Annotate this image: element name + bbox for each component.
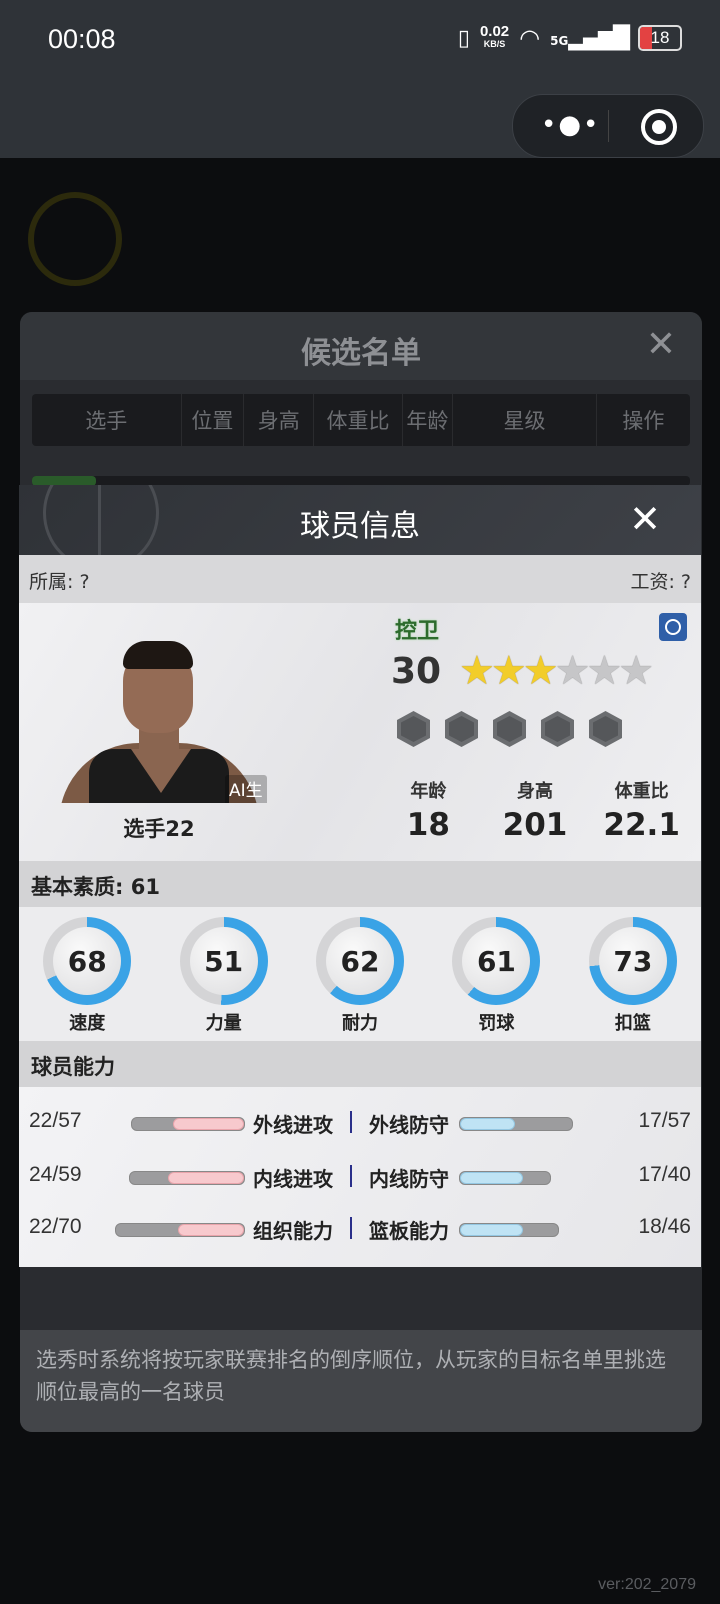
quality-strength: 51 力量 [155,907,291,1041]
player-card: AI生成 选手22 控卫 30 ★★★★★★ 年龄 18 身高 201 体重比 … [19,603,701,861]
team-logo [28,192,122,286]
candidate-list-title: 候选名单 [301,336,421,371]
star-empty-icon: ★ [554,648,591,694]
column-header: 体重比 [314,394,403,446]
quality-stamina: 62 耐力 [292,907,428,1041]
abilities-header: 球员能力 [19,1041,701,1087]
quality-free-throw: 61 罚球 [428,907,564,1041]
basic-qualities: 68 速度 51 力量 62 耐力 61 罚球 73 扣篮 [19,907,701,1041]
version-label: ver:202_2079 [598,1576,696,1593]
star-filled-icon: ★ [522,648,559,694]
ability-right-name: 内线防守 [369,1167,449,1191]
ability-left-name: 内线进攻 [253,1167,333,1191]
column-header: 位置 [182,394,245,446]
overall-rating: 30 [391,651,442,692]
status-icons: ▯ 0.02 KB/S ◠ 5G▂▄▆█ 18 [458,24,682,52]
modal-header: 球员信息 ✕ [19,485,701,555]
ability-left-value: 24/59 [29,1163,82,1186]
column-header: 星级 [453,394,597,446]
quality-dunk: 73 扣篮 [565,907,701,1041]
search-icon[interactable] [659,613,687,641]
player-abilities: 22/57 外线进攻 外线防守 17/57 24/59 内线进攻 内线防守 17… [19,1087,701,1267]
signal-icon: 5G▂▄▆█ [550,25,630,51]
column-header: 身高 [244,394,315,446]
ability-left-bar [131,1117,245,1131]
ability-left-value: 22/70 [29,1215,82,1238]
badge-hex-icon [493,711,526,747]
ability-row: 22/57 外线进攻 外线防守 17/57 [19,1103,701,1143]
badge-hex-icon [397,711,430,747]
ability-left-bar [115,1223,245,1237]
candidate-table-header: 选手 位置 身高 体重比 年龄 星级 操作 [32,394,690,446]
player-info-modal: 球员信息 ✕ 所属: ? 工资: ? AI生成 选手22 控卫 30 ★★★★★… [19,485,701,1278]
network-speed: 0.02 KB/S [479,23,510,49]
ability-left-name: 外线进攻 [253,1113,333,1137]
close-miniprogram-icon[interactable] [641,109,677,145]
badge-slots [397,711,622,747]
status-bar: 00:08 ▯ 0.02 KB/S ◠ 5G▂▄▆█ 18 •●• [0,0,720,158]
ability-right-value: 18/46 [638,1215,691,1238]
column-header: 年龄 [403,394,454,446]
star-rating: ★★★★★★ [459,648,654,694]
player-portrait: AI生成 [51,635,267,803]
ai-generated-tag: AI生成 [225,775,267,803]
close-icon[interactable]: ✕ [629,497,661,541]
quality-ring: 73 [588,917,677,1005]
star-empty-icon: ★ [586,648,622,694]
close-icon[interactable]: ✕ [646,324,676,365]
basic-qualities-header: 基本素质: 61 [19,861,701,907]
position-label: 控卫 [395,619,440,644]
ability-right-bar [459,1117,573,1131]
ability-right-bar [459,1223,559,1237]
miniprogram-capsule: •●• [512,94,704,158]
ability-left-bar [129,1171,245,1185]
player-name: 选手22 [123,817,195,841]
quality-speed: 68 速度 [19,907,155,1041]
vibrate-icon: ▯ [457,25,470,51]
quality-ring: 68 [43,917,132,1005]
ability-right-value: 17/40 [638,1163,691,1186]
modal-title: 球员信息 [300,509,420,544]
quality-ring: 62 [316,917,405,1005]
contract-info-bar: 所属: ? 工资: ? [19,555,701,603]
badge-hex-icon [445,711,478,747]
column-header: 选手 [32,394,182,446]
attribute-weight-ratio: 体重比 22.1 [603,781,680,843]
attribute-age: 年龄 18 [406,781,450,843]
ability-right-name: 外线防守 [369,1113,449,1137]
clock: 00:08 [48,24,116,54]
affiliation-label: 所属: ? [29,571,90,593]
ability-left-value: 22/57 [29,1109,82,1132]
ability-right-name: 篮板能力 [369,1219,449,1243]
ability-right-bar [459,1171,551,1185]
salary-label: 工资: ? [630,571,691,593]
quality-ring: 61 [452,917,541,1005]
ability-row: 22/70 组织能力 篮板能力 18/46 [19,1209,701,1249]
wifi-icon: ◠ [519,24,541,52]
badge-hex-icon [541,711,574,747]
ability-left-name: 组织能力 [253,1219,333,1243]
column-header: 操作 [622,409,665,433]
star-empty-icon: ★ [618,648,654,694]
star-filled-icon: ★ [459,648,495,694]
attribute-height: 身高 201 [502,781,568,843]
draft-rule-note: 选秀时系统将按玩家联赛排名的倒序顺位，从玩家的目标名单里挑选顺位最高的一名球员 [20,1330,702,1432]
star-filled-icon: ★ [490,648,527,694]
battery-icon: 18 [638,25,682,51]
ability-row: 24/59 内线进攻 内线防守 17/40 [19,1157,701,1197]
quality-ring: 51 [179,917,268,1005]
more-dots-icon[interactable]: •●• [541,112,600,138]
ability-right-value: 17/57 [638,1109,691,1132]
player-attributes: 年龄 18 身高 201 体重比 22.1 [375,777,695,843]
badge-hex-icon [589,711,622,747]
